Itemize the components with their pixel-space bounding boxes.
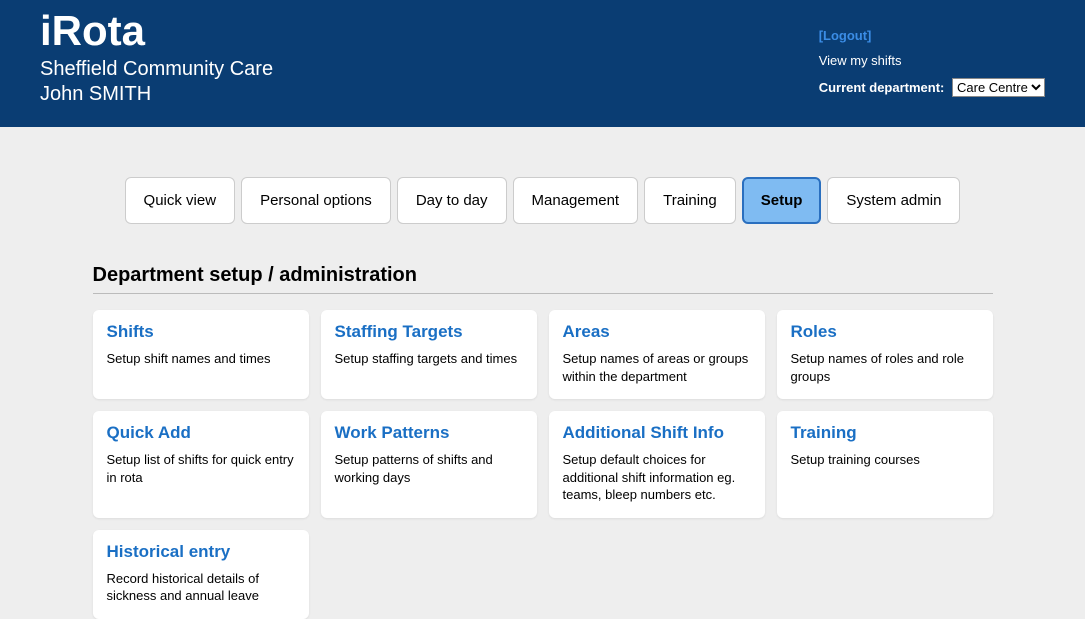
card-quick-add[interactable]: Quick Add Setup list of shifts for quick… [93, 411, 309, 518]
card-desc: Setup shift names and times [107, 350, 295, 368]
tab-training[interactable]: Training [644, 177, 736, 224]
card-title[interactable]: Areas [563, 322, 751, 342]
organisation-name: Sheffield Community Care [40, 58, 273, 81]
card-title[interactable]: Historical entry [107, 542, 295, 562]
main-tabs: Quick view Personal options Day to day M… [0, 177, 1085, 224]
view-my-shifts-link[interactable]: View my shifts [819, 53, 902, 68]
tab-management[interactable]: Management [513, 177, 639, 224]
card-title[interactable]: Work Patterns [335, 423, 523, 443]
card-desc: Setup training courses [791, 451, 979, 469]
card-desc: Setup names of areas or groups within th… [563, 350, 751, 385]
card-desc: Setup patterns of shifts and working day… [335, 451, 523, 486]
tab-day-to-day[interactable]: Day to day [397, 177, 507, 224]
card-roles[interactable]: Roles Setup names of roles and role grou… [777, 310, 993, 399]
card-title[interactable]: Quick Add [107, 423, 295, 443]
tab-quick-view[interactable]: Quick view [125, 177, 236, 224]
header-left: iRota Sheffield Community Care John SMIT… [40, 10, 273, 107]
card-desc: Setup staffing targets and times [335, 350, 523, 368]
tab-personal-options[interactable]: Personal options [241, 177, 391, 224]
card-title[interactable]: Roles [791, 322, 979, 342]
card-additional-shift-info[interactable]: Additional Shift Info Setup default choi… [549, 411, 765, 518]
card-work-patterns[interactable]: Work Patterns Setup patterns of shifts a… [321, 411, 537, 518]
current-department-label: Current department: [819, 80, 945, 95]
app-header: iRota Sheffield Community Care John SMIT… [0, 0, 1085, 127]
header-right: [Logout] View my shifts Current departme… [819, 10, 1045, 107]
card-desc: Record historical details of sickness an… [107, 570, 295, 605]
user-name: John SMITH [40, 83, 273, 106]
current-department-select[interactable]: Care Centre [952, 78, 1045, 97]
card-desc: Setup default choices for additional shi… [563, 451, 751, 504]
card-title[interactable]: Shifts [107, 322, 295, 342]
card-title[interactable]: Additional Shift Info [563, 423, 751, 443]
logout-link[interactable]: [Logout] [819, 28, 872, 43]
card-staffing-targets[interactable]: Staffing Targets Setup staffing targets … [321, 310, 537, 399]
card-training-setup[interactable]: Training Setup training courses [777, 411, 993, 518]
main-content: Department setup / administration Shifts… [93, 264, 993, 619]
tab-setup[interactable]: Setup [742, 177, 822, 224]
setup-cards: Shifts Setup shift names and times Staff… [93, 310, 993, 619]
card-desc: Setup names of roles and role groups [791, 350, 979, 385]
tab-system-admin[interactable]: System admin [827, 177, 960, 224]
card-historical-entry[interactable]: Historical entry Record historical detai… [93, 530, 309, 619]
card-shifts[interactable]: Shifts Setup shift names and times [93, 310, 309, 399]
card-title[interactable]: Staffing Targets [335, 322, 523, 342]
section-title: Department setup / administration [93, 264, 993, 294]
card-areas[interactable]: Areas Setup names of areas or groups wit… [549, 310, 765, 399]
app-brand: iRota [40, 10, 273, 52]
card-desc: Setup list of shifts for quick entry in … [107, 451, 295, 486]
card-title[interactable]: Training [791, 423, 979, 443]
